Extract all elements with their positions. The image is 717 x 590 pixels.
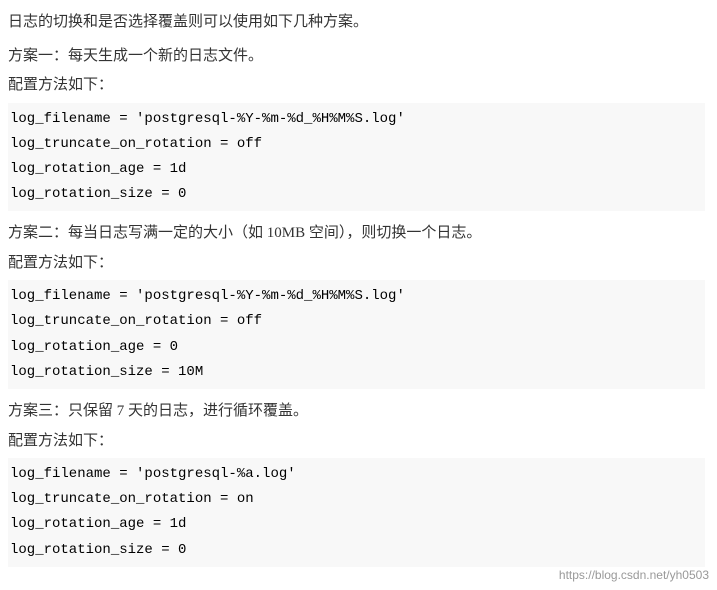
- section-1: 方案一：每天生成一个新的日志文件。配置方法如下： log_filename = '…: [8, 44, 705, 212]
- section-2: 方案二：每当日志写满一定的大小（如 10MB 空间），则切换一个日志。配置方法如…: [8, 221, 705, 389]
- section-2-code-line-1: log_filename = 'postgresql-%Y-%m-%d_%H%M…: [8, 284, 705, 309]
- section-2-heading: 方案二：每当日志写满一定的大小（如 10MB 空间），则切换一个日志。: [8, 221, 705, 247]
- section-3-code-block: log_filename = 'postgresql-%a.log'log_tr…: [8, 458, 705, 567]
- section-1-code-line-1: log_filename = 'postgresql-%Y-%m-%d_%H%M…: [8, 107, 705, 132]
- section-3-code-line-3: log_rotation_age = 1d: [8, 512, 705, 537]
- section-1-heading: 方案一：每天生成一个新的日志文件。: [8, 44, 705, 70]
- sections-container: 方案一：每天生成一个新的日志文件。配置方法如下： log_filename = '…: [8, 44, 705, 567]
- section-1-code-line-2: log_truncate_on_rotation = off: [8, 132, 705, 157]
- section-2-code-line-4: log_rotation_size = 10M: [8, 360, 705, 385]
- section-3-heading: 方案三：只保留 7 天的日志，进行循环覆盖。: [8, 399, 705, 425]
- section-2-code-block: log_filename = 'postgresql-%Y-%m-%d_%H%M…: [8, 280, 705, 389]
- section-3-config-label: 配置方法如下：: [8, 429, 705, 455]
- section-3: 方案三：只保留 7 天的日志，进行循环覆盖。配置方法如下： log_filenam…: [8, 399, 705, 567]
- intro-text: 日志的切换和是否选择覆盖则可以使用如下几种方案。: [8, 10, 705, 36]
- section-1-config-label: 配置方法如下：: [8, 73, 705, 99]
- section-3-code-line-2: log_truncate_on_rotation = on: [8, 487, 705, 512]
- section-1-code-line-4: log_rotation_size = 0: [8, 182, 705, 207]
- section-2-config-label: 配置方法如下：: [8, 251, 705, 277]
- watermark: https://blog.csdn.net/yh0503: [559, 568, 709, 582]
- section-3-code-line-4: log_rotation_size = 0: [8, 538, 705, 563]
- section-1-code-line-3: log_rotation_age = 1d: [8, 157, 705, 182]
- section-1-code-block: log_filename = 'postgresql-%Y-%m-%d_%H%M…: [8, 103, 705, 212]
- section-2-code-line-2: log_truncate_on_rotation = off: [8, 309, 705, 334]
- intro-content: 日志的切换和是否选择覆盖则可以使用如下几种方案。: [8, 14, 368, 30]
- section-2-code-line-3: log_rotation_age = 0: [8, 335, 705, 360]
- section-3-code-line-1: log_filename = 'postgresql-%a.log': [8, 462, 705, 487]
- watermark-text: https://blog.csdn.net/yh0503: [559, 568, 709, 582]
